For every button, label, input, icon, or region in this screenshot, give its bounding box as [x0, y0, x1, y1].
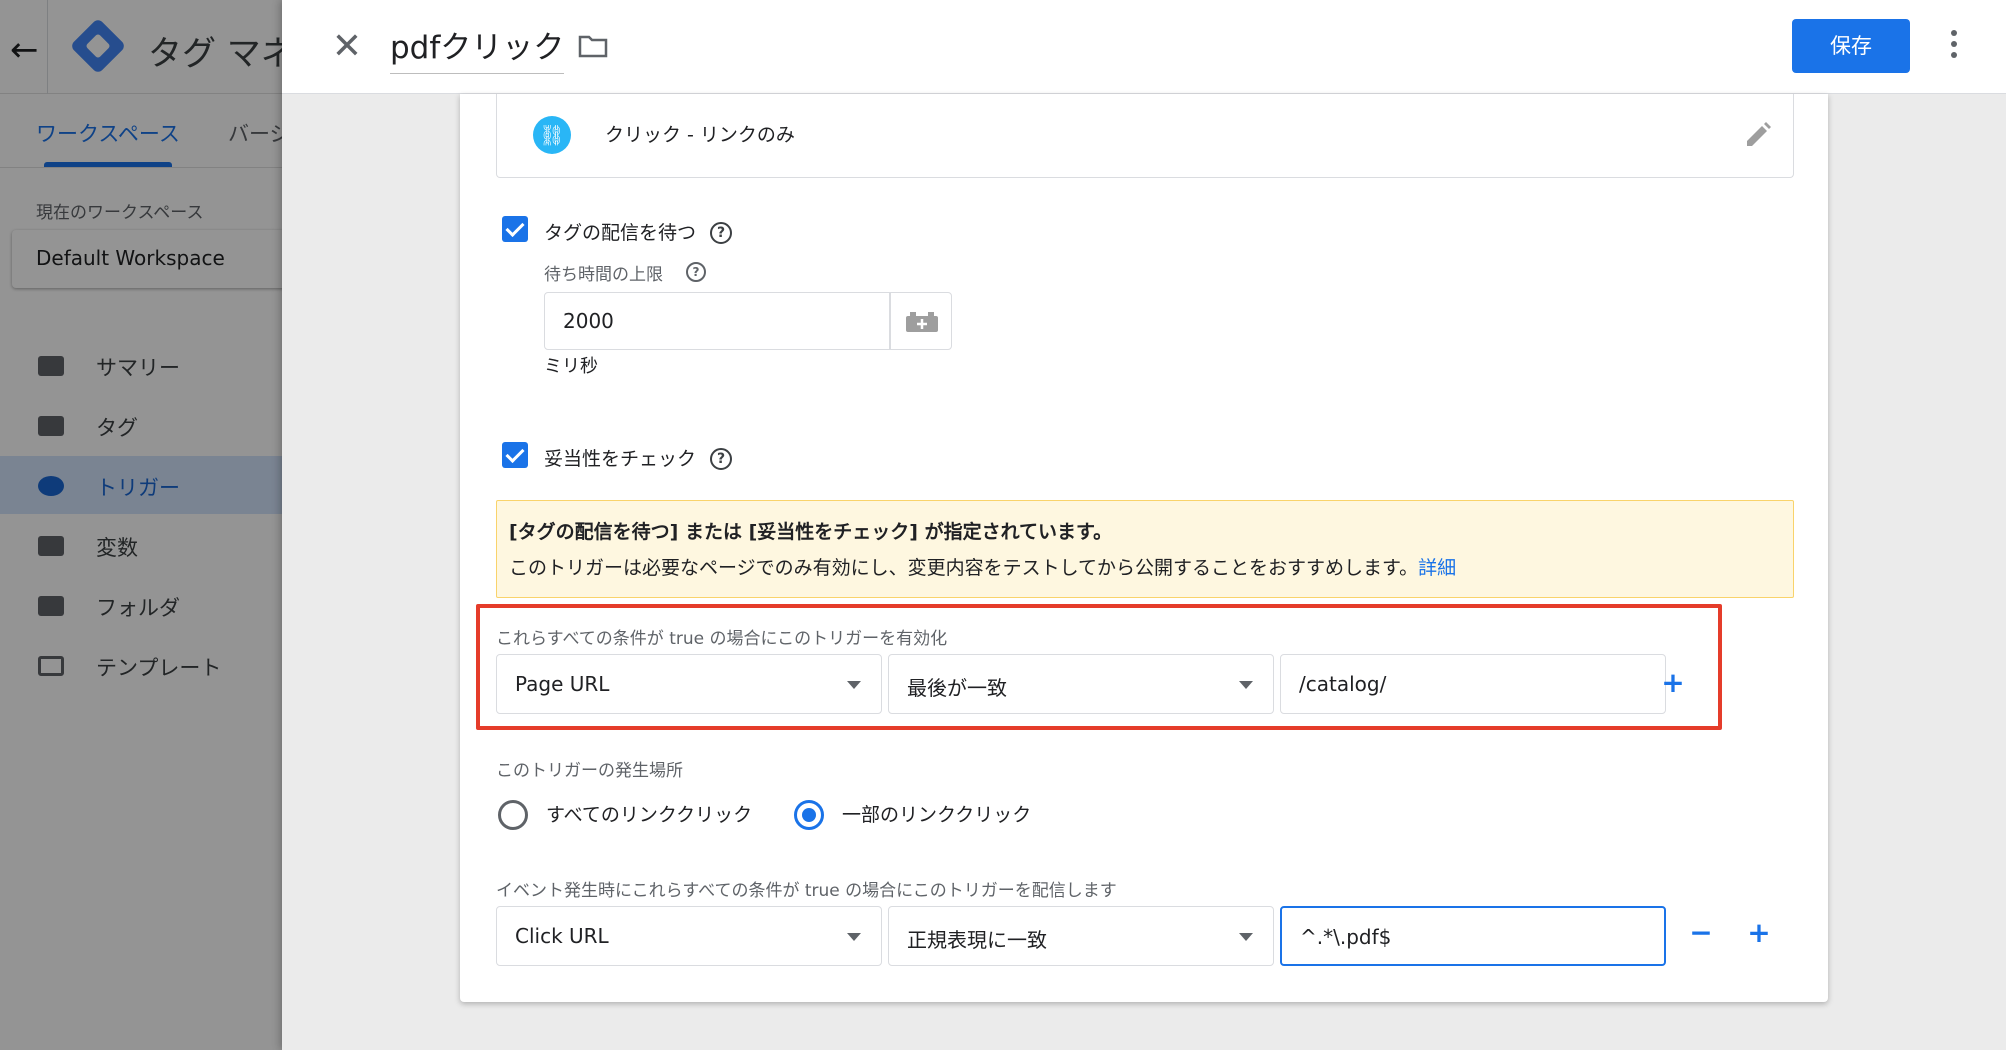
trigger-config-card: ⛓ クリック - リンクのみ タグの配信を待つ ? 待ち時間の上限 ? 2000…	[460, 94, 1828, 1002]
add-condition-button[interactable]: +	[1658, 668, 1688, 698]
input-value: ^.*\.pdf$	[1300, 925, 1392, 949]
enable-variable-select[interactable]: Page URL	[496, 654, 882, 714]
fire-value-input[interactable]: ^.*\.pdf$	[1280, 906, 1666, 966]
help-icon[interactable]: ?	[710, 222, 732, 244]
trigger-editor-panel: ✕ pdfクリック 保存 ⛓ クリック - リンクのみ タグの配信を待つ ? 待…	[282, 0, 2006, 1050]
dropdown-caret-icon	[1239, 681, 1253, 689]
dropdown-caret-icon	[1239, 933, 1253, 941]
select-value: Page URL	[515, 672, 610, 696]
more-vert-icon[interactable]	[1946, 30, 1962, 64]
wait-for-tags-label: タグの配信を待つ	[544, 222, 697, 244]
fire-operator-select[interactable]: 正規表現に一致	[888, 906, 1274, 966]
enable-value-input[interactable]: /catalog/	[1280, 654, 1666, 714]
fire-variable-select[interactable]: Click URL	[496, 906, 882, 966]
trigger-type-label: クリック - リンクのみ	[605, 124, 795, 146]
warning-banner: [タグの配信を待つ] または [妥当性をチェック] が指定されています。 このト…	[496, 500, 1794, 598]
enable-conditions-label: これらすべての条件が true の場合にこのトリガーを有効化	[496, 629, 948, 649]
all-link-clicks-label: すべてのリンククリック	[546, 804, 753, 826]
some-link-clicks-radio[interactable]	[794, 800, 824, 830]
link-icon: ⛓	[533, 116, 571, 154]
dropdown-caret-icon	[847, 933, 861, 941]
select-value: 最後が一致	[907, 676, 1007, 700]
fire-conditions-label: イベント発生時にこれらすべての条件が true の場合にこのトリガーを配信します	[496, 881, 1117, 901]
wait-limit-value: 2000	[563, 309, 614, 333]
all-link-clicks-radio[interactable]	[498, 800, 528, 830]
details-link[interactable]: 詳細	[1418, 557, 1456, 579]
enable-operator-select[interactable]: 最後が一致	[888, 654, 1274, 714]
panel-header: ✕ pdfクリック 保存	[282, 0, 2006, 94]
folder-icon[interactable]	[578, 34, 608, 58]
warning-title: [タグの配信を待つ] または [妥当性をチェック] が指定されています。	[509, 521, 1113, 543]
check-validation-checkbox[interactable]	[502, 442, 528, 468]
select-value: Click URL	[515, 924, 609, 948]
help-icon[interactable]: ?	[686, 262, 706, 282]
select-value: 正規表現に一致	[907, 928, 1047, 952]
pencil-icon[interactable]	[1743, 120, 1773, 150]
help-icon[interactable]: ?	[710, 448, 732, 470]
close-icon[interactable]: ✕	[324, 24, 370, 70]
wait-limit-input[interactable]: 2000	[544, 292, 890, 350]
wait-limit-label: 待ち時間の上限	[544, 265, 663, 285]
variable-brick-icon	[906, 312, 938, 332]
save-button[interactable]: 保存	[1792, 19, 1910, 73]
warning-text: このトリガーは必要なページでのみ有効にし、変更内容をテストしてから公開することを…	[509, 557, 1419, 579]
variable-picker-button[interactable]	[890, 292, 952, 350]
wait-for-tags-checkbox[interactable]	[502, 216, 528, 242]
input-value: /catalog/	[1299, 672, 1387, 696]
remove-condition-button[interactable]: −	[1686, 918, 1716, 948]
wait-limit-unit: ミリ秒	[544, 356, 598, 377]
fires-on-label: このトリガーの発生場所	[496, 761, 683, 781]
trigger-name-field[interactable]: pdfクリック	[390, 22, 565, 74]
trigger-type-selector[interactable]: ⛓ クリック - リンクのみ	[496, 94, 1794, 178]
dropdown-caret-icon	[847, 681, 861, 689]
check-validation-label: 妥当性をチェック	[544, 448, 697, 470]
some-link-clicks-label: 一部のリンククリック	[842, 804, 1032, 826]
warning-body: このトリガーは必要なページでのみ有効にし、変更内容をテストしてから公開することを…	[509, 553, 1456, 580]
add-condition-button[interactable]: +	[1744, 918, 1774, 948]
